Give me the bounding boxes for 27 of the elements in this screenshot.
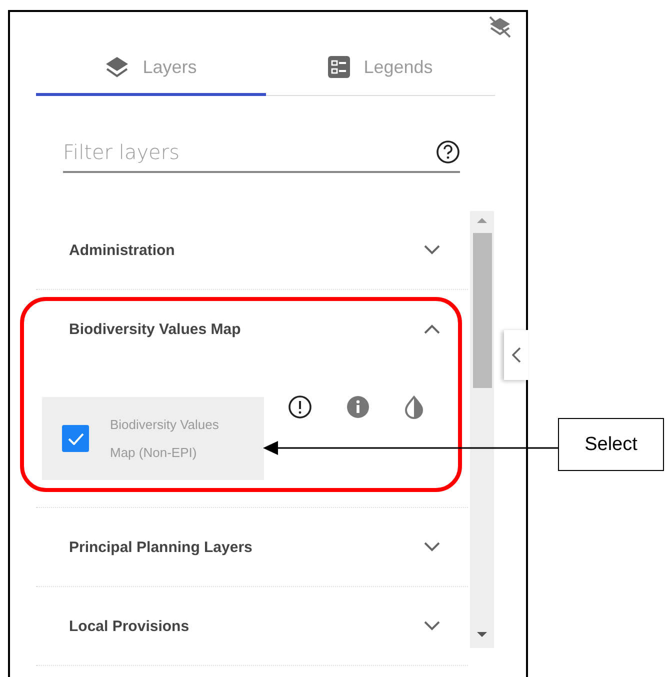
group-title: Administration xyxy=(69,242,175,258)
hide-layers-icon[interactable] xyxy=(488,16,512,38)
chevron-up-icon[interactable] xyxy=(424,324,440,334)
layers-icon xyxy=(104,56,129,78)
transparency-icon[interactable] xyxy=(404,395,424,419)
check-icon xyxy=(68,432,84,444)
group-header[interactable]: Principal Planning Layers xyxy=(36,508,468,586)
info-icon[interactable] xyxy=(346,395,370,419)
filter-field[interactable]: Filter layers xyxy=(63,140,436,164)
group-title: Local Provisions xyxy=(69,618,190,634)
group-header[interactable]: Local Provisions xyxy=(36,587,468,665)
collapse-handle[interactable] xyxy=(504,330,528,380)
chevron-down-icon[interactable] xyxy=(424,245,440,255)
chevron-down-icon[interactable] xyxy=(424,621,440,631)
group-header[interactable]: Administration xyxy=(36,211,468,289)
chevron-down-icon[interactable] xyxy=(424,542,440,552)
alert-icon[interactable] xyxy=(288,395,312,419)
group-title: Biodiversity Values Map xyxy=(69,320,241,338)
layer-name: Biodiversity Values Map (Non-EPI) xyxy=(110,416,220,462)
group-header[interactable]: Biodiversity Values Map xyxy=(36,290,468,368)
legend-icon xyxy=(328,56,350,78)
scroll-down-icon[interactable] xyxy=(476,631,488,638)
scrollbar[interactable] xyxy=(470,211,494,648)
help-icon[interactable] xyxy=(436,140,460,164)
group-title: Principal Planning Layers xyxy=(69,538,252,556)
checkbox[interactable] xyxy=(62,425,89,452)
callout-label: Select xyxy=(558,418,664,471)
